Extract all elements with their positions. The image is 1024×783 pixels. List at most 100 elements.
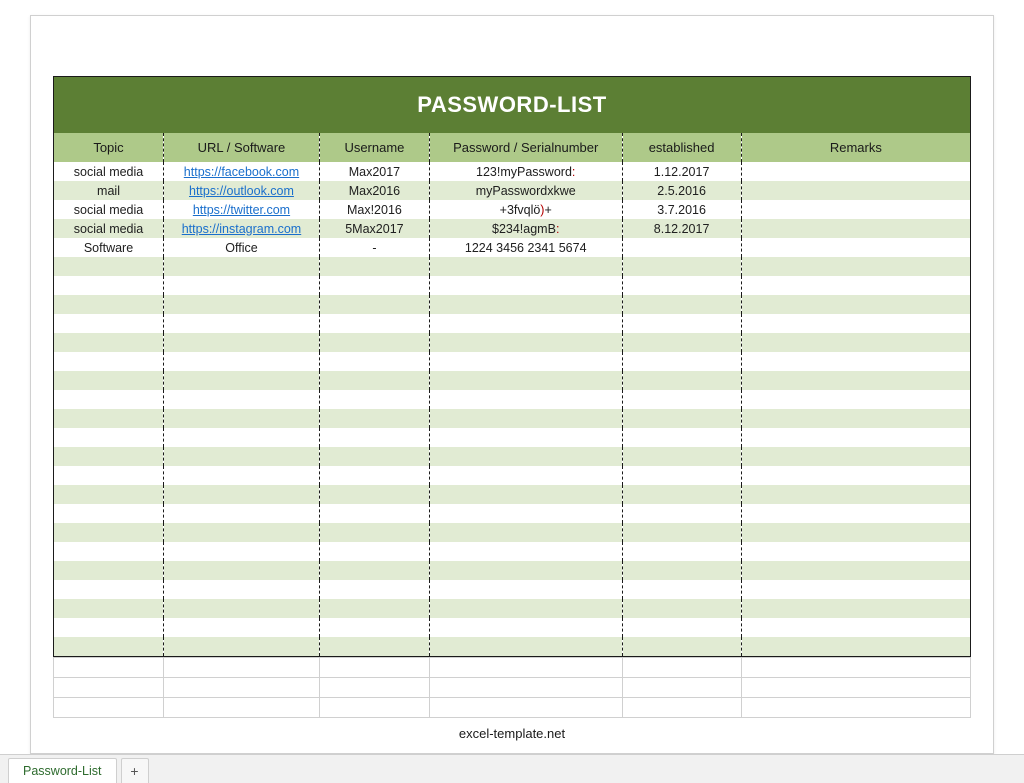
cell[interactable] bbox=[622, 390, 741, 409]
cell[interactable] bbox=[319, 428, 429, 447]
table-row[interactable] bbox=[54, 523, 971, 542]
cell[interactable] bbox=[429, 637, 622, 657]
cell[interactable] bbox=[429, 314, 622, 333]
cell[interactable]: mail bbox=[54, 181, 164, 200]
cell[interactable] bbox=[429, 409, 622, 428]
cell[interactable] bbox=[622, 409, 741, 428]
cell[interactable] bbox=[319, 523, 429, 542]
cell[interactable] bbox=[741, 637, 970, 657]
cell[interactable] bbox=[429, 466, 622, 485]
cell[interactable] bbox=[741, 238, 970, 257]
cell[interactable]: https://instagram.com bbox=[164, 219, 320, 238]
cell[interactable] bbox=[741, 542, 970, 561]
table-row[interactable] bbox=[54, 409, 971, 428]
cell[interactable] bbox=[54, 314, 164, 333]
cell[interactable] bbox=[622, 295, 741, 314]
cell[interactable] bbox=[429, 333, 622, 352]
cell[interactable] bbox=[54, 542, 164, 561]
cell[interactable]: social media bbox=[54, 219, 164, 238]
cell[interactable] bbox=[429, 504, 622, 523]
cell[interactable] bbox=[164, 542, 320, 561]
url-link[interactable]: https://instagram.com bbox=[182, 222, 302, 236]
cell[interactable] bbox=[429, 371, 622, 390]
extra-row[interactable] bbox=[54, 658, 971, 678]
cell[interactable]: 5Max2017 bbox=[319, 219, 429, 238]
cell[interactable] bbox=[429, 257, 622, 276]
cell[interactable] bbox=[741, 599, 970, 618]
cell[interactable] bbox=[54, 333, 164, 352]
cell[interactable] bbox=[319, 390, 429, 409]
cell[interactable] bbox=[741, 618, 970, 637]
cell[interactable] bbox=[741, 352, 970, 371]
cell[interactable] bbox=[429, 599, 622, 618]
cell[interactable] bbox=[429, 295, 622, 314]
cell[interactable] bbox=[54, 447, 164, 466]
cell[interactable] bbox=[54, 561, 164, 580]
cell[interactable] bbox=[622, 314, 741, 333]
cell[interactable] bbox=[429, 542, 622, 561]
cell[interactable]: Max2017 bbox=[319, 162, 429, 181]
cell[interactable]: myPasswordxkwe bbox=[429, 181, 622, 200]
cell[interactable] bbox=[741, 580, 970, 599]
cell[interactable] bbox=[164, 485, 320, 504]
cell[interactable] bbox=[622, 238, 741, 257]
cell[interactable] bbox=[741, 162, 970, 181]
table-row[interactable] bbox=[54, 276, 971, 295]
cell[interactable] bbox=[164, 409, 320, 428]
table-row[interactable] bbox=[54, 599, 971, 618]
cell[interactable] bbox=[622, 485, 741, 504]
cell[interactable] bbox=[54, 618, 164, 637]
cell[interactable]: 1224 3456 2341 5674 bbox=[429, 238, 622, 257]
table-row[interactable] bbox=[54, 447, 971, 466]
table-row[interactable] bbox=[54, 295, 971, 314]
cell[interactable] bbox=[319, 276, 429, 295]
table-row[interactable] bbox=[54, 333, 971, 352]
cell[interactable] bbox=[54, 599, 164, 618]
cell[interactable] bbox=[164, 371, 320, 390]
cell[interactable]: Software bbox=[54, 238, 164, 257]
cell[interactable] bbox=[741, 561, 970, 580]
cell[interactable] bbox=[741, 523, 970, 542]
table-row[interactable] bbox=[54, 314, 971, 333]
cell[interactable] bbox=[319, 409, 429, 428]
table-row[interactable]: mailhttps://outlook.comMax2016myPassword… bbox=[54, 181, 971, 200]
cell[interactable] bbox=[622, 580, 741, 599]
cell[interactable] bbox=[741, 257, 970, 276]
cell[interactable] bbox=[429, 390, 622, 409]
cell[interactable] bbox=[164, 561, 320, 580]
cell[interactable] bbox=[622, 333, 741, 352]
cell[interactable] bbox=[319, 599, 429, 618]
cell[interactable] bbox=[164, 447, 320, 466]
table-row[interactable]: social media https://instagram.com 5Max201… bbox=[54, 219, 971, 238]
cell[interactable] bbox=[741, 485, 970, 504]
cell[interactable] bbox=[622, 428, 741, 447]
cell[interactable] bbox=[622, 276, 741, 295]
cell[interactable] bbox=[54, 352, 164, 371]
cell[interactable]: - bbox=[319, 238, 429, 257]
cell[interactable] bbox=[429, 485, 622, 504]
cell[interactable] bbox=[319, 447, 429, 466]
cell[interactable]: social media bbox=[54, 162, 164, 181]
add-sheet-button[interactable]: + bbox=[121, 758, 149, 783]
cell[interactable] bbox=[429, 618, 622, 637]
cell[interactable] bbox=[54, 371, 164, 390]
table-row[interactable] bbox=[54, 618, 971, 637]
url-link[interactable]: https://twitter.com bbox=[193, 203, 290, 217]
cell[interactable]: https://twitter.com bbox=[164, 200, 320, 219]
cell[interactable] bbox=[164, 523, 320, 542]
extra-row[interactable] bbox=[54, 678, 971, 698]
cell[interactable]: 2.5.2016 bbox=[622, 181, 741, 200]
cell[interactable] bbox=[741, 466, 970, 485]
cell[interactable] bbox=[622, 257, 741, 276]
cell[interactable] bbox=[741, 314, 970, 333]
cell[interactable] bbox=[164, 390, 320, 409]
cell[interactable] bbox=[54, 409, 164, 428]
cell[interactable] bbox=[429, 352, 622, 371]
cell[interactable] bbox=[741, 276, 970, 295]
cell[interactable] bbox=[54, 428, 164, 447]
cell[interactable] bbox=[319, 504, 429, 523]
cell[interactable] bbox=[319, 371, 429, 390]
cell[interactable]: Office bbox=[164, 238, 320, 257]
url-link[interactable]: https://facebook.com bbox=[184, 165, 299, 179]
cell[interactable] bbox=[622, 561, 741, 580]
